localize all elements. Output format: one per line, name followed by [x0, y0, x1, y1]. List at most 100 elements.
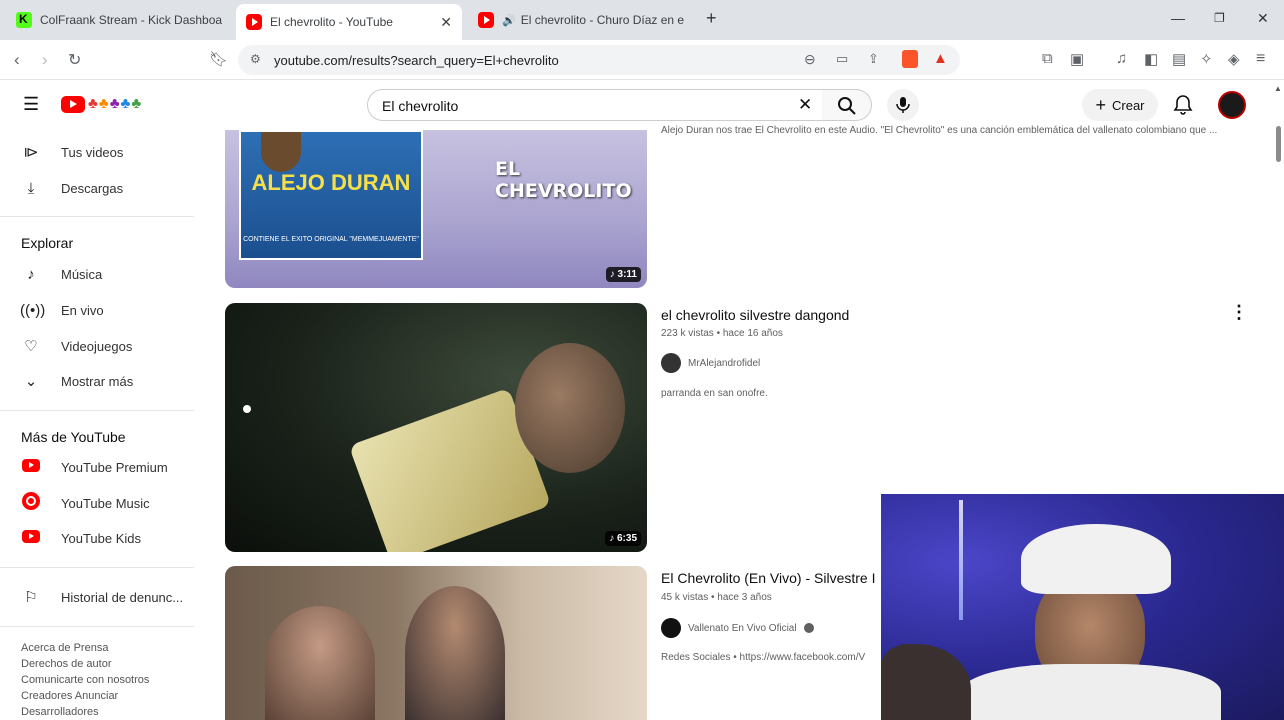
footer-link-contact[interactable]: Comunicarte con nosotros: [21, 674, 149, 686]
back-icon[interactable]: ‹: [14, 50, 20, 70]
sidebar-item-label: YouTube Kids: [61, 530, 141, 546]
sidebar-item-tus-videos[interactable]: ⧐ Tus videos: [20, 137, 124, 167]
tab-youtube-active[interactable]: El chevrolito - YouTube ✕: [236, 4, 462, 40]
create-button[interactable]: + Crear: [1082, 89, 1158, 121]
share-icon[interactable]: ⇪: [868, 51, 879, 67]
clear-search-icon[interactable]: ✕: [798, 95, 812, 115]
youtube-music-icon: [20, 492, 42, 514]
vpn-icon[interactable]: ◈: [1228, 50, 1240, 68]
media-icon[interactable]: ♫: [1116, 50, 1127, 67]
divider: [0, 567, 194, 568]
musician-face-image: [515, 343, 625, 473]
video-title[interactable]: El Chevrolito (En Vivo) - Silvestre I: [661, 570, 877, 586]
divider: [0, 626, 194, 627]
sidebar-item-label: En vivo: [61, 302, 104, 318]
footer-link-developers[interactable]: Desarrolladores: [21, 706, 99, 718]
zoom-icon[interactable]: ⊖: [804, 51, 816, 68]
thumbnail-title-text: EL CHEVROLITO: [495, 158, 632, 202]
video-meta: 45 k vistas • hace 3 años: [661, 592, 772, 603]
divider: [0, 216, 194, 217]
sidebar-item-videojuegos[interactable]: ♡ Videojuegos: [20, 331, 132, 361]
page-scrollbar[interactable]: [1276, 126, 1281, 162]
close-tab-icon[interactable]: ✕: [440, 14, 452, 31]
bookmark-icon[interactable]: 🔖︎: [209, 50, 228, 68]
search-button[interactable]: [822, 89, 872, 121]
person-shirt: [961, 664, 1221, 720]
notifications-bell-icon[interactable]: [1173, 94, 1193, 116]
new-tab-icon[interactable]: +: [706, 8, 717, 29]
video-thumbnail[interactable]: [225, 566, 647, 720]
sidebar-item-musica[interactable]: ♪ Música: [20, 259, 102, 289]
footer-links-creators-advertise[interactable]: Creadores Anunciar: [21, 690, 118, 702]
close-window-icon[interactable]: ✕: [1257, 10, 1269, 27]
reader-icon[interactable]: ▣: [1070, 50, 1084, 68]
youtube-logo-icon[interactable]: [61, 96, 85, 113]
channel-row[interactable]: MrAlejandrofidel: [661, 353, 760, 373]
tab-youtube-audio[interactable]: 🔊 El chevrolito - Churo Díaz en el d: [468, 4, 694, 36]
sidebar-item-label: Música: [61, 266, 103, 282]
cast-icon[interactable]: ▭: [836, 51, 848, 67]
verified-icon: [803, 623, 814, 633]
voice-search-button[interactable]: [887, 89, 919, 121]
minimize-icon[interactable]: —: [1171, 10, 1185, 26]
more-options-icon[interactable]: ⋮: [1230, 302, 1248, 323]
live-icon: ((•)): [20, 301, 46, 319]
gamepad-icon: ♡: [24, 338, 38, 355]
footer-link-copyright[interactable]: Derechos de autor: [21, 658, 112, 670]
wallet-icon[interactable]: ▤: [1172, 50, 1186, 68]
address-bar[interactable]: ⚙ youtube.com/results?search_query=El+ch…: [238, 45, 960, 75]
sidebar-item-label: YouTube Music: [61, 495, 150, 511]
duration-badge: ♪ 3:11: [605, 267, 641, 282]
footer-links-about-press[interactable]: Acerca de Prensa: [21, 642, 108, 654]
search-input[interactable]: El chevrolito ✕: [367, 89, 823, 121]
video-description: Alejo Duran nos trae El Chevrolito en es…: [661, 125, 1218, 136]
restore-icon[interactable]: ❐: [1214, 11, 1225, 25]
kick-icon: [16, 12, 32, 28]
reload-icon[interactable]: ↻: [68, 50, 81, 70]
brave-shield-icon[interactable]: [902, 50, 918, 68]
flag-icon: ⚐: [24, 589, 38, 606]
site-settings-icon[interactable]: ⚙: [250, 52, 261, 66]
video-title[interactable]: el chevrolito silvestre dangond: [661, 307, 849, 323]
hamburger-menu-icon[interactable]: ☰: [23, 94, 39, 115]
section-heading-explorar: Explorar: [21, 235, 74, 251]
duration-value: 3:11: [617, 269, 637, 280]
play-square-icon: ⧐: [23, 144, 39, 161]
sidebar: ⧐ Tus videos ⤓ Descargas Explorar ♪ Músi…: [0, 130, 200, 720]
sidebar-item-youtube-kids[interactable]: YouTube Kids: [20, 523, 141, 553]
channel-row[interactable]: Vallenato En Vivo Oficial: [661, 618, 814, 638]
avatar[interactable]: [1218, 91, 1246, 119]
video-thumbnail[interactable]: ALEJO DURAN CONTIENE EL EXITO ORIGINAL "…: [225, 130, 647, 288]
video-description: parranda en san onofre.: [661, 388, 768, 399]
sidebar-item-label: YouTube Premium: [61, 459, 168, 475]
url-text: youtube.com/results?search_query=El+chev…: [274, 53, 559, 68]
sidebar-item-historial-denuncias[interactable]: ⚐ Historial de denunc...: [20, 582, 183, 612]
tab-kick-dashboard[interactable]: ColFraank Stream - Kick Dashboard: [6, 4, 232, 36]
sidebar-item-youtube-premium[interactable]: YouTube Premium: [20, 452, 168, 482]
music-note-icon: ♪: [27, 265, 35, 283]
tab-title: El chevrolito - YouTube: [270, 15, 393, 29]
youtube-kids-icon: [20, 529, 42, 547]
webcam-overlay: [881, 494, 1284, 720]
sidebar-toggle-icon[interactable]: ◧: [1144, 50, 1158, 68]
forward-icon[interactable]: ›: [42, 50, 48, 70]
extensions-icon[interactable]: ⧉: [1042, 50, 1053, 67]
duration-badge: ♪ 6:35: [605, 531, 641, 546]
brave-rewards-icon[interactable]: ▲: [933, 50, 948, 67]
sidebar-item-descargas[interactable]: ⤓ Descargas: [20, 173, 123, 203]
download-icon: ⤓: [27, 179, 35, 197]
artist-photo: [261, 132, 301, 172]
video-thumbnail[interactable]: ♪ 6:35: [225, 303, 647, 552]
singer-image: [405, 586, 505, 720]
menu-icon[interactable]: ≡: [1256, 50, 1265, 68]
youtube-doodle-logo: ♣♣♣♣♣: [88, 95, 143, 112]
leo-ai-icon[interactable]: ✧: [1200, 50, 1213, 68]
speaker-icon: 🔊: [502, 14, 516, 27]
sidebar-item-en-vivo[interactable]: ((•)) En vivo: [20, 295, 104, 325]
sidebar-item-mostrar-mas[interactable]: ⌄ Mostrar más: [20, 366, 134, 396]
video-description: Redes Sociales • https://www.facebook.co…: [661, 652, 866, 663]
scroll-up-icon[interactable]: ▲: [1274, 84, 1282, 93]
sidebar-item-label: Videojuegos: [61, 338, 133, 354]
sidebar-item-youtube-music[interactable]: YouTube Music: [20, 488, 150, 518]
tab-title: El chevrolito - Churo Díaz en el d: [520, 13, 684, 27]
